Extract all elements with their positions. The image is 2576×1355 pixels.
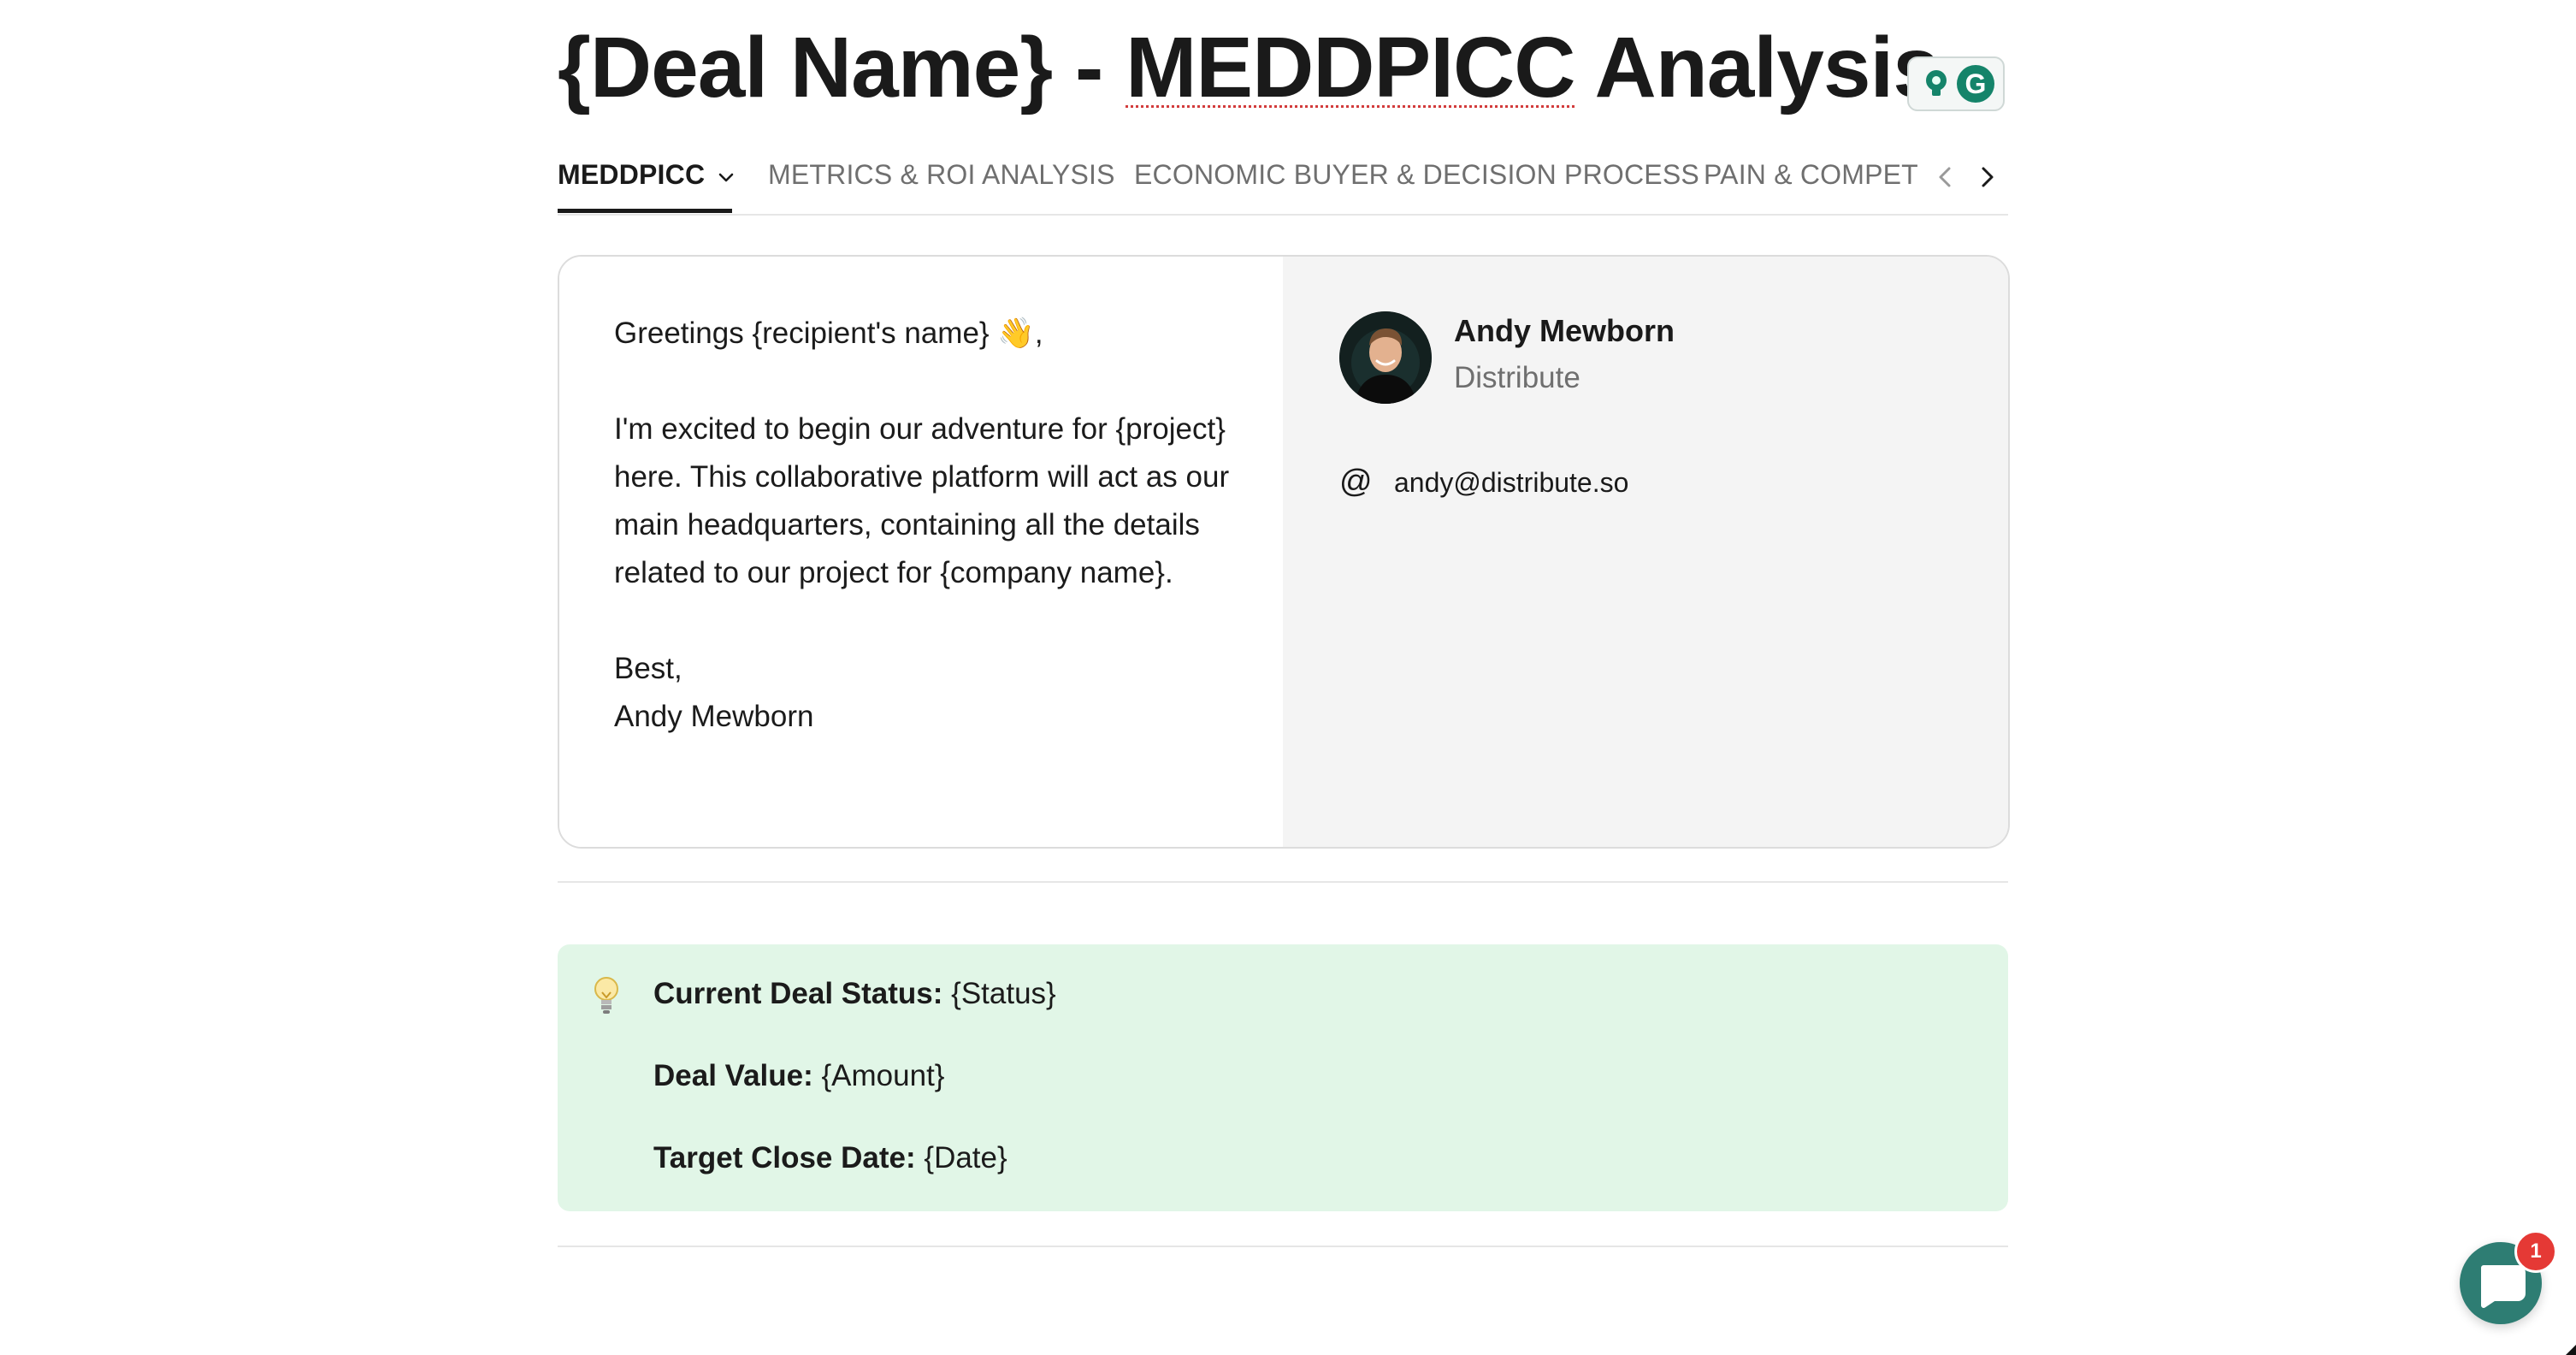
tab-meddpicc[interactable]: MEDDPICC [558,159,736,210]
grammarly-widget[interactable]: G [1907,56,2005,111]
letter-greeting: Greetings {recipient's name} 👋, [614,317,1043,350]
deal-status-value: {Status} [942,977,1056,1010]
avatar [1339,311,1432,404]
letter-body: I'm excited to begin our adventure for {… [614,412,1230,589]
author-company: Distribute [1454,361,1580,394]
lightbulb-icon [1926,70,1947,96]
chevron-right-icon[interactable] [1974,164,2000,190]
chevron-left-icon[interactable] [1933,164,1959,190]
tab-pain-label: PAIN & COMPET [1704,159,1918,190]
tab-metrics-roi-analysis[interactable]: METRICS & ROI ANALYSIS [768,159,1115,210]
page-title-highlighted-word: MEDDPICC [1126,20,1575,115]
section-divider-bottom [558,1246,2008,1247]
deal-status-label: Current Deal Status: [653,977,943,1010]
avatar-portrait [1339,311,1432,404]
letter: Greetings {recipient's name} 👋, I'm exci… [614,310,1247,741]
deal-status-list: Current Deal Status: {Status} Deal Value… [653,977,1056,1223]
title-row: {Deal Name} - MEDDPICC Analysis G [558,12,2008,123]
chevron-down-icon[interactable] [717,168,736,186]
author-email-link[interactable]: andy@distribute.so [1394,467,1628,499]
tab-metrics-label: METRICS & ROI ANALYSIS [768,159,1115,190]
tab-bar: MEDDPICC METRICS & ROI ANALYSIS ECONOMIC… [558,152,2008,216]
target-close-date-value: {Date} [915,1141,1007,1175]
intro-card: Greetings {recipient's name} 👋, I'm exci… [558,255,2010,849]
letter-closing: Best, [614,652,682,685]
grammarly-icon[interactable]: G [1957,65,1994,103]
section-divider [558,881,2008,883]
lightbulb-icon [594,977,618,1014]
deal-value-label: Deal Value: [653,1059,813,1092]
author-name: Andy Mewborn [1454,313,1675,348]
author-panel: Andy Mewborn Distribute @ andy@distribut… [1283,257,2008,847]
target-close-date-line: Target Close Date: {Date} [653,1141,1056,1182]
tab-economic-buyer[interactable]: ECONOMIC BUYER & DECISION PROCESS [1134,159,1699,210]
tab-meddpicc-label: MEDDPICC [558,159,706,190]
window-corner [2566,1345,2576,1355]
page-title-suffix: Analysis [1575,20,1941,115]
page-title: {Deal Name} - MEDDPICC Analysis [558,12,1941,123]
deal-status-callout: Current Deal Status: {Status} Deal Value… [558,944,2008,1211]
letter-signature: Andy Mewborn [614,700,814,733]
chat-notification-badge: 1 [2514,1230,2557,1273]
tab-pain-compet[interactable]: PAIN & COMPET [1704,159,1918,210]
deal-value-value: {Amount} [812,1059,945,1092]
active-tab-indicator [558,209,732,213]
page-title-prefix: {Deal Name} - [558,20,1126,115]
at-sign-icon: @ [1339,464,1373,500]
deal-status-line: Current Deal Status: {Status} [653,977,1056,1018]
deal-value-line: Deal Value: {Amount} [653,1059,1056,1100]
tab-economic-buyer-label: ECONOMIC BUYER & DECISION PROCESS [1134,159,1699,190]
letter-panel: Greetings {recipient's name} 👋, I'm exci… [559,257,1283,847]
target-close-date-label: Target Close Date: [653,1141,916,1175]
